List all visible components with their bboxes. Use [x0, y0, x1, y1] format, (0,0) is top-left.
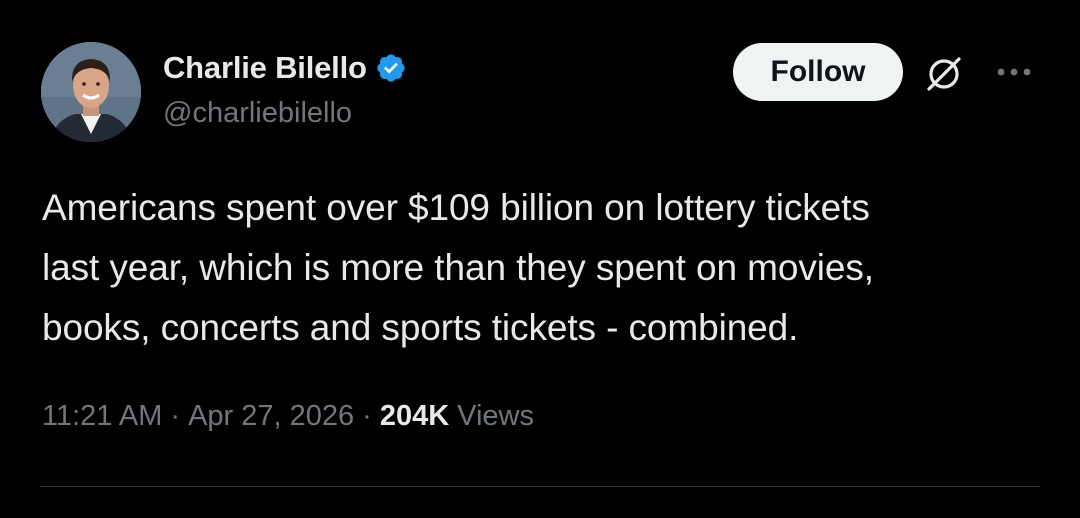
display-name[interactable]: Charlie Bilello	[163, 50, 367, 86]
views-count[interactable]: 204K	[380, 400, 449, 433]
tweet-time[interactable]: 11:21 AM	[42, 400, 162, 433]
author-handle[interactable]: @charliebilello	[163, 97, 352, 130]
tweet-text: Americans spent over $109 billion on lot…	[42, 187, 874, 348]
meta-separator: ·	[170, 400, 181, 432]
views-label[interactable]: Views	[457, 400, 534, 433]
avatar[interactable]	[41, 42, 141, 142]
verified-badge-icon[interactable]	[375, 52, 407, 84]
tweet-meta: 11:21 AM · Apr 27, 2026 · 204K Views	[42, 400, 534, 433]
author-name-row: Charlie Bilello	[163, 48, 407, 88]
tweet-card: Charlie Bilello @charliebilello Follow A…	[0, 0, 1080, 518]
avatar-image	[41, 42, 141, 142]
divider	[40, 486, 1040, 487]
tweet-date[interactable]: Apr 27, 2026	[188, 400, 354, 433]
follow-button[interactable]: Follow	[733, 43, 903, 101]
meta-separator: ·	[362, 400, 372, 432]
more-icon[interactable]	[993, 60, 1035, 84]
grok-icon[interactable]	[922, 52, 966, 96]
